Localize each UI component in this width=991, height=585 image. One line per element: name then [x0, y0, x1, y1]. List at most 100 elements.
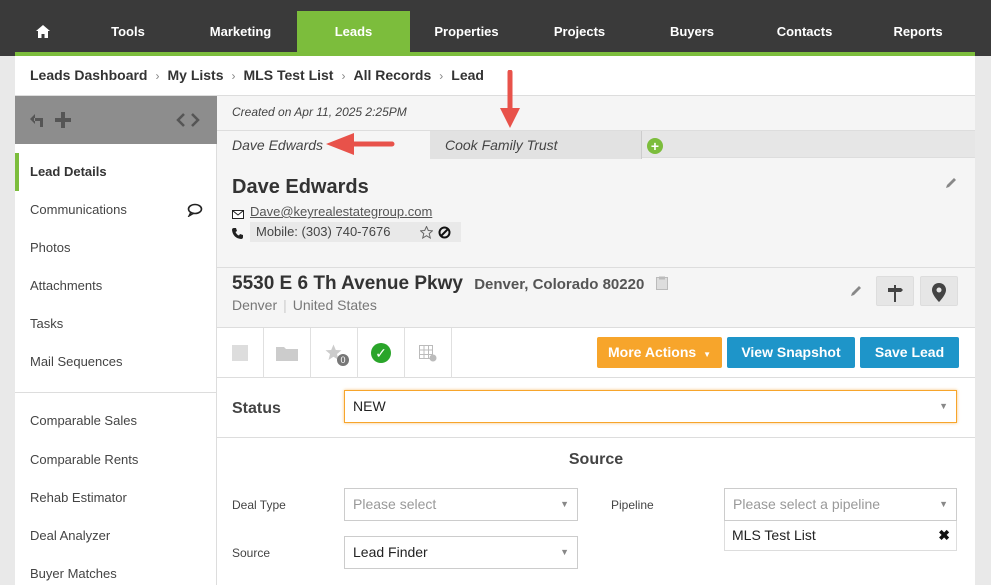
folder-cell[interactable]: [264, 328, 311, 378]
sidebar-item-lead-details[interactable]: Lead Details: [15, 153, 217, 191]
status-value: NEW: [353, 398, 386, 414]
pipeline-select[interactable]: Please select a pipeline ▼: [724, 488, 957, 521]
sidebar-item-photos[interactable]: Photos: [15, 229, 217, 267]
breadcrumb-all-records[interactable]: All Records: [353, 67, 431, 83]
breadcrumb-separator: ›: [341, 69, 346, 83]
chevron-down-icon: ▼: [939, 499, 948, 509]
complete-cell[interactable]: ✓: [358, 328, 405, 378]
breadcrumb-mls-test-list[interactable]: MLS Test List: [244, 67, 334, 83]
contact-section: Dave Edwards Dave@keyrealestategroup.com…: [217, 158, 975, 268]
source-label: Source: [232, 546, 271, 560]
breadcrumb-my-lists[interactable]: My Lists: [167, 67, 223, 83]
save-lead-button[interactable]: Save Lead: [860, 337, 959, 368]
add-tab-icon[interactable]: +: [647, 138, 663, 154]
do-not-call-icon[interactable]: [438, 226, 451, 239]
grid-settings-icon[interactable]: [419, 345, 437, 362]
sidebar-item-mail-sequences[interactable]: Mail Sequences: [15, 343, 217, 381]
nav-properties[interactable]: Properties: [410, 11, 523, 52]
status-row: Status NEW ▼: [217, 378, 975, 438]
nav-tools[interactable]: Tools: [72, 11, 184, 52]
phone-icon: [232, 228, 243, 239]
map-pin-icon: [932, 283, 946, 302]
deal-type-label: Deal Type: [232, 498, 286, 512]
sidebar-item-buyer-matches[interactable]: Buyer Matches: [15, 555, 217, 585]
breadcrumb-separator: ›: [439, 69, 444, 83]
address-section: 5530 E 6 Th Avenue Pkwy Denver, Colorado…: [217, 268, 975, 328]
address-city: Denver: [232, 297, 278, 313]
nav-leads[interactable]: Leads: [297, 11, 410, 52]
pipeline-placeholder: Please select a pipeline: [733, 496, 881, 512]
nav-projects[interactable]: Projects: [523, 11, 636, 52]
sidebar-item-deal-analyzer[interactable]: Deal Analyzer: [15, 517, 217, 555]
status-label: Status: [232, 400, 281, 417]
phone-field: Mobile: (303) 740-7676: [250, 222, 461, 242]
signpost-button[interactable]: [876, 276, 914, 306]
nav-marketing[interactable]: Marketing: [184, 11, 297, 52]
sidebar-toolbar: [15, 96, 217, 144]
pipeline-selected-item: MLS Test List ✖: [724, 521, 957, 551]
source-section-title: Source: [568, 451, 624, 468]
sidebar-item-comparable-sales[interactable]: Comparable Sales: [15, 402, 217, 440]
grid-settings-cell[interactable]: [405, 328, 452, 378]
contact-name: Dave Edwards: [232, 176, 369, 198]
annotation-arrow-down: [500, 70, 520, 128]
address-region: Denver | United States: [232, 297, 377, 313]
undo-icon[interactable]: [29, 111, 47, 129]
deal-type-placeholder: Please select: [353, 496, 437, 512]
sidebar-item-attachments[interactable]: Attachments: [15, 267, 217, 305]
contact-phone[interactable]: Mobile: (303) 740-7676: [256, 224, 390, 239]
top-navigation: Tools Marketing Leads Properties Project…: [0, 0, 991, 56]
nav-contacts[interactable]: Contacts: [748, 11, 861, 52]
status-select[interactable]: NEW ▼: [344, 390, 957, 423]
annotation-arrow-left: [326, 133, 395, 155]
chevron-down-icon: ▼: [560, 499, 569, 509]
actions-toolbar: 0 ✓ More Actions ▼ View Snapshot Save Le…: [217, 328, 975, 378]
created-timestamp: Created on Apr 11, 2025 2:25PM: [232, 105, 407, 119]
chevron-down-icon: ▼: [703, 350, 711, 359]
breadcrumb-separator: ›: [231, 69, 236, 83]
clipboard-icon[interactable]: [655, 276, 668, 290]
view-snapshot-button[interactable]: View Snapshot: [727, 337, 855, 368]
sidebar-item-comparable-rents[interactable]: Comparable Rents: [15, 441, 217, 479]
home-icon[interactable]: [36, 25, 50, 38]
address-street: 5530 E 6 Th Avenue Pkwy: [232, 273, 463, 294]
remove-icon[interactable]: ✖: [938, 521, 950, 549]
sidebar-item-tasks[interactable]: Tasks: [15, 305, 217, 343]
deal-type-select[interactable]: Please select ▼: [344, 488, 578, 521]
checkmark-icon[interactable]: ✓: [371, 343, 391, 363]
signpost-icon: [888, 285, 903, 302]
breadcrumb-leads-dashboard[interactable]: Leads Dashboard: [30, 67, 147, 83]
collapse-expand-icon[interactable]: [175, 111, 201, 129]
map-location-button[interactable]: [920, 276, 958, 306]
nav-buyers[interactable]: Buyers: [636, 11, 748, 52]
breadcrumb-separator: ›: [155, 69, 160, 83]
pipeline-label: Pipeline: [611, 498, 654, 512]
chevron-down-icon: ▼: [560, 547, 569, 557]
nav-reports[interactable]: Reports: [861, 11, 975, 52]
folder-icon[interactable]: [276, 345, 298, 361]
sidebar-item-rehab-estimator[interactable]: Rehab Estimator: [15, 479, 217, 517]
select-checkbox-cell[interactable]: [217, 328, 264, 378]
tab-cook-family-trust[interactable]: Cook Family Trust: [430, 131, 642, 159]
speech-bubble-icon: [187, 203, 203, 217]
edit-address-icon[interactable]: [849, 284, 863, 298]
add-icon[interactable]: [54, 111, 72, 129]
star-icon[interactable]: [420, 226, 433, 239]
address-country: United States: [292, 297, 377, 313]
source-section: Source Deal Type Please select ▼ Pipelin…: [217, 438, 975, 585]
contact-email-link[interactable]: Dave@keyrealestategroup.com: [250, 204, 432, 219]
property-address: 5530 E 6 Th Avenue Pkwy Denver, Colorado…: [232, 273, 668, 295]
chevron-down-icon: ▼: [939, 401, 948, 411]
more-actions-button[interactable]: More Actions ▼: [597, 337, 722, 368]
source-select[interactable]: Lead Finder ▼: [344, 536, 578, 569]
breadcrumb-lead: Lead: [451, 67, 484, 83]
checkbox-icon[interactable]: [232, 345, 248, 361]
breadcrumb: Leads Dashboard › My Lists › MLS Test List › A…: [15, 56, 975, 96]
sidebar-divider: [15, 392, 217, 393]
favorites-count-badge: 0: [337, 354, 349, 366]
sidebar-item-communications[interactable]: Communications: [15, 191, 217, 229]
favorites-cell[interactable]: 0: [311, 328, 358, 378]
pipeline-selected-label: MLS Test List: [732, 527, 816, 543]
edit-contact-icon[interactable]: [944, 176, 958, 190]
divider: |: [283, 297, 287, 313]
